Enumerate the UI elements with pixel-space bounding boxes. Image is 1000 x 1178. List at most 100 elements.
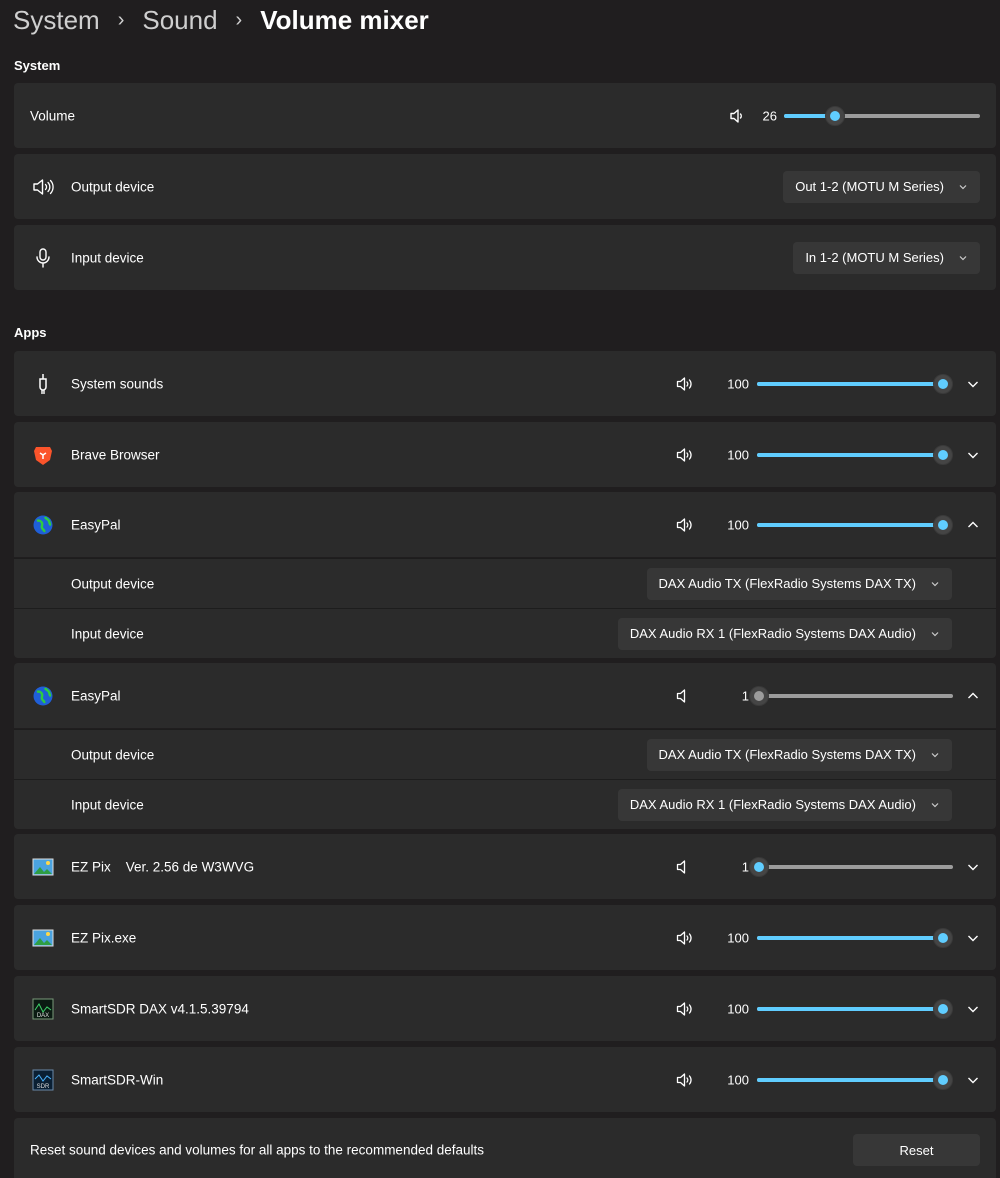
slider-thumb[interactable] — [933, 514, 953, 535]
app-name: EasyPal — [71, 688, 121, 703]
app-input-label: Input device — [71, 797, 144, 812]
app-input-value: DAX Audio RX 1 (FlexRadio Systems DAX Au… — [629, 797, 916, 812]
slider-thumb[interactable] — [933, 373, 953, 394]
chevron-up-icon[interactable] — [966, 689, 980, 703]
breadcrumb: System › Sound › Volume mixer — [13, 0, 429, 40]
speaker-icon[interactable] — [676, 517, 694, 533]
app-row: Brave Browser 100 — [14, 422, 996, 487]
app-output-label: Output device — [71, 747, 155, 762]
app-volume-value: 100 — [727, 376, 749, 391]
app-name: SmartSDR DAX v4.1.5.39794 — [71, 1001, 249, 1016]
app-input-label: Input device — [71, 626, 144, 641]
app-volume-slider[interactable] — [757, 1069, 953, 1090]
system-output-card: Output device Out 1-2 (MOTU M Series) — [14, 154, 996, 219]
speaker-icon[interactable] — [676, 1001, 694, 1017]
chevron-down-icon — [931, 631, 939, 636]
breadcrumb-system[interactable]: System — [13, 5, 100, 36]
slider-thumb[interactable] — [933, 1069, 953, 1090]
smartsdr-dax-icon: DAX — [32, 998, 54, 1019]
chevron-down-icon[interactable] — [966, 448, 980, 462]
speaker-icon[interactable] — [676, 1072, 694, 1088]
speaker-icon[interactable] — [676, 930, 694, 946]
speaker-icon[interactable] — [729, 108, 747, 124]
app-volume-value: 100 — [727, 447, 749, 462]
chevron-right-icon: › — [117, 8, 125, 31]
app-volume-slider[interactable] — [748, 685, 953, 706]
ez-pix-icon — [32, 929, 54, 946]
app-input-dropdown[interactable]: DAX Audio RX 1 (FlexRadio Systems DAX Au… — [617, 617, 952, 650]
slider-fill — [757, 381, 943, 386]
app-output-dropdown[interactable]: DAX Audio TX (FlexRadio Systems DAX TX) — [646, 738, 952, 771]
speaker-icon[interactable] — [676, 447, 694, 463]
app-output-dropdown[interactable]: DAX Audio TX (FlexRadio Systems DAX TX) — [646, 567, 952, 600]
brave-browser-icon — [34, 446, 52, 465]
easypal-globe-icon — [33, 515, 53, 534]
ez-pix-icon — [32, 858, 54, 875]
easypal-globe-icon — [33, 686, 53, 705]
chevron-down-icon[interactable] — [966, 1002, 980, 1016]
chevron-down-icon — [931, 752, 939, 757]
app-name: System sounds — [71, 376, 164, 391]
app-output-label: Output device — [71, 576, 155, 591]
speaker-icon[interactable] — [676, 688, 694, 704]
app-volume-slider[interactable] — [757, 998, 953, 1019]
system-sounds-icon — [39, 373, 47, 394]
slider-thumb[interactable] — [748, 856, 769, 877]
output-device-value: Out 1-2 (MOTU M Series) — [795, 179, 944, 194]
app-name: EZ Pix Ver. 2.56 de W3WVG — [71, 859, 255, 874]
chevron-down-icon[interactable] — [966, 1073, 980, 1087]
chevron-down-icon[interactable] — [966, 931, 980, 945]
reset-description: Reset sound devices and volumes for all … — [30, 1142, 485, 1158]
slider-thumb[interactable] — [933, 444, 953, 465]
input-device-label: Input device — [71, 250, 144, 265]
output-device-dropdown[interactable]: Out 1-2 (MOTU M Series) — [783, 170, 980, 203]
app-name: SmartSDR-Win — [71, 1072, 164, 1087]
chevron-down-icon[interactable] — [966, 377, 980, 391]
slider-thumb[interactable] — [933, 998, 953, 1019]
speaker-icon[interactable] — [676, 376, 694, 392]
chevron-down-icon[interactable] — [966, 860, 980, 874]
reset-card: Reset sound devices and volumes for all … — [14, 1118, 996, 1178]
chevron-down-icon — [959, 184, 967, 189]
app-row: EasyPal 100 — [14, 492, 996, 557]
slider-thumb[interactable] — [748, 685, 769, 706]
app-output-value: DAX Audio TX (FlexRadio Systems DAX TX) — [658, 576, 916, 591]
chevron-right-icon: › — [235, 8, 243, 31]
app-volume-slider[interactable] — [757, 373, 953, 394]
app-row: EZ Pix.exe 100 — [14, 905, 996, 970]
speaker-icon[interactable] — [676, 859, 694, 875]
chevron-down-icon — [959, 255, 967, 260]
app-row: System sounds 100 — [14, 351, 996, 416]
app-name: EZ Pix.exe — [71, 930, 137, 945]
volume-slider-thumb[interactable] — [824, 105, 845, 126]
section-title-apps: Apps — [14, 325, 47, 340]
app-input-value: DAX Audio RX 1 (FlexRadio Systems DAX Au… — [629, 626, 916, 641]
smartsdr-icon: SDR — [32, 1069, 54, 1090]
slider-thumb[interactable] — [933, 927, 953, 948]
app-volume-value: 1 — [741, 859, 749, 874]
output-device-label: Output device — [71, 179, 155, 194]
slider-fill — [757, 522, 943, 527]
app-row: SDR SmartSDR-Win 100 — [14, 1047, 996, 1112]
reset-button[interactable]: Reset — [853, 1134, 980, 1166]
app-volume-slider[interactable] — [748, 856, 953, 877]
app-name: EasyPal — [71, 517, 121, 532]
input-device-dropdown[interactable]: In 1-2 (MOTU M Series) — [793, 241, 980, 274]
app-volume-slider[interactable] — [757, 927, 953, 948]
chevron-down-icon — [931, 581, 939, 586]
chevron-down-icon — [931, 802, 939, 807]
app-volume-slider[interactable] — [757, 444, 953, 465]
app-input-dropdown[interactable]: DAX Audio RX 1 (FlexRadio Systems DAX Au… — [617, 788, 952, 821]
smartsdr-dax-icon-text: DAX — [37, 1013, 49, 1019]
volume-slider[interactable] — [784, 105, 980, 126]
app-output-row: Output device DAX Audio TX (FlexRadio Sy… — [14, 729, 996, 779]
slider-fill — [757, 1077, 943, 1082]
app-output-value: DAX Audio TX (FlexRadio Systems DAX TX) — [658, 747, 916, 762]
page-title: Volume mixer — [260, 4, 429, 35]
app-volume-slider[interactable] — [757, 514, 953, 535]
app-volume-value: 100 — [727, 1001, 749, 1016]
chevron-up-icon[interactable] — [966, 518, 980, 532]
volume-value: 26 — [762, 108, 777, 123]
speaker-output-icon — [33, 178, 54, 195]
breadcrumb-sound[interactable]: Sound — [142, 5, 217, 36]
